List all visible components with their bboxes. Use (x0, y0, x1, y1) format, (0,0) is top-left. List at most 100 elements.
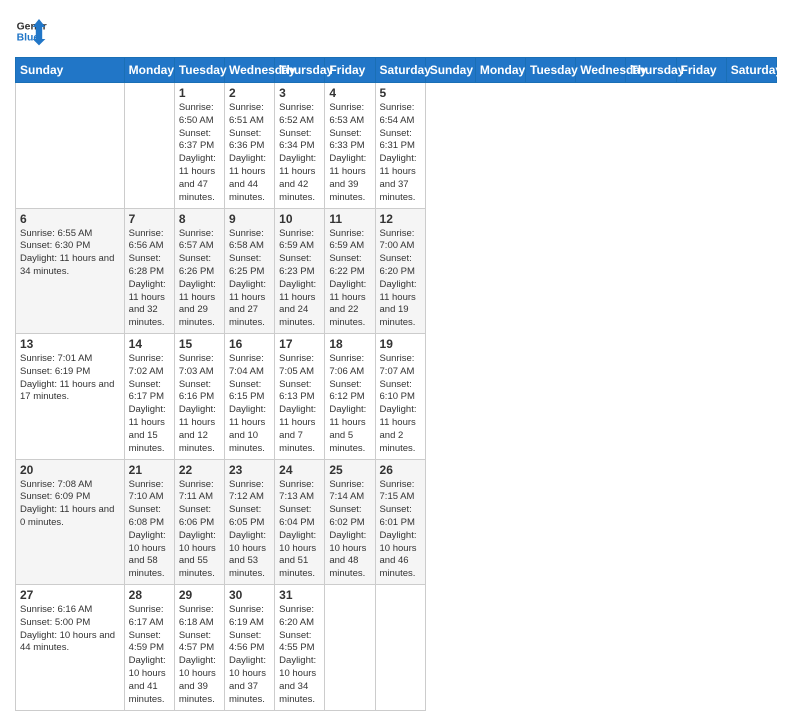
day-cell (375, 585, 425, 711)
col-header-wednesday: Wednesday (576, 58, 626, 83)
day-number: 18 (329, 337, 370, 351)
day-number: 8 (179, 212, 220, 226)
day-cell: 31 Sunrise: 6:20 AM Sunset: 4:55 PM Dayli… (275, 585, 325, 711)
day-number: 12 (380, 212, 421, 226)
day-number: 6 (20, 212, 120, 226)
day-number: 2 (229, 86, 270, 100)
day-cell: 23 Sunrise: 7:12 AM Sunset: 6:05 PM Dayli… (225, 459, 275, 585)
day-number: 11 (329, 212, 370, 226)
day-cell: 15 Sunrise: 7:03 AM Sunset: 6:16 PM Dayli… (174, 334, 224, 460)
day-cell (124, 83, 174, 209)
day-number: 24 (279, 463, 320, 477)
day-cell: 14 Sunrise: 7:02 AM Sunset: 6:17 PM Dayli… (124, 334, 174, 460)
day-info: Sunrise: 6:50 AM Sunset: 6:37 PM Dayligh… (179, 102, 220, 205)
day-cell: 28 Sunrise: 6:17 AM Sunset: 4:59 PM Dayli… (124, 585, 174, 711)
col-header-monday: Monday (475, 58, 525, 83)
day-number: 26 (380, 463, 421, 477)
col-header-friday: Friday (325, 58, 375, 83)
col-header-thursday: Thursday (626, 58, 676, 83)
day-number: 17 (279, 337, 320, 351)
day-info: Sunrise: 6:20 AM Sunset: 4:55 PM Dayligh… (279, 604, 320, 707)
day-cell: 2Sunrise: 6:51 AM Sunset: 6:36 PM Daylig… (225, 83, 275, 209)
day-info: Sunrise: 7:10 AM Sunset: 6:08 PM Dayligh… (129, 479, 170, 582)
day-cell: 26 Sunrise: 7:15 AM Sunset: 6:01 PM Dayli… (375, 459, 425, 585)
col-header-tuesday: Tuesday (174, 58, 224, 83)
page-header: General Blue (15, 15, 777, 47)
day-number: 14 (129, 337, 170, 351)
day-cell: 1 Sunrise: 6:50 AM Sunset: 6:37 PM Daylig… (174, 83, 224, 209)
day-cell: 27Sunrise: 6:16 AM Sunset: 5:00 PM Dayli… (16, 585, 125, 711)
day-info: Sunrise: 6:17 AM Sunset: 4:59 PM Dayligh… (129, 604, 170, 707)
day-number: 19 (380, 337, 421, 351)
logo-icon: General Blue (15, 15, 47, 47)
day-number: 22 (179, 463, 220, 477)
day-cell (16, 83, 125, 209)
day-number: 5 (380, 86, 421, 100)
day-info: Sunrise: 7:11 AM Sunset: 6:06 PM Dayligh… (179, 479, 220, 582)
day-info: Sunrise: 6:55 AM Sunset: 6:30 PM Dayligh… (20, 228, 120, 279)
day-info: Sunrise: 7:05 AM Sunset: 6:13 PM Dayligh… (279, 353, 320, 456)
day-info: Sunrise: 7:06 AM Sunset: 6:12 PM Dayligh… (329, 353, 370, 456)
week-row-4: 20 Sunrise: 7:08 AM Sunset: 6:09 PM Dayli… (16, 459, 777, 585)
col-header-tuesday: Tuesday (526, 58, 576, 83)
day-cell: 4Sunrise: 6:53 AM Sunset: 6:33 PM Daylig… (325, 83, 375, 209)
day-cell (325, 585, 375, 711)
col-header-monday: Monday (124, 58, 174, 83)
day-number: 9 (229, 212, 270, 226)
week-row-2: 6 Sunrise: 6:55 AM Sunset: 6:30 PM Daylig… (16, 208, 777, 334)
day-info: Sunrise: 6:57 AM Sunset: 6:26 PM Dayligh… (179, 228, 220, 331)
col-header-friday: Friday (676, 58, 726, 83)
day-cell: 19 Sunrise: 7:07 AM Sunset: 6:10 PM Dayli… (375, 334, 425, 460)
day-info: Sunrise: 7:12 AM Sunset: 6:05 PM Dayligh… (229, 479, 270, 582)
day-number: 30 (229, 588, 270, 602)
col-header-saturday: Saturday (726, 58, 776, 83)
day-number: 20 (20, 463, 120, 477)
day-cell: 20 Sunrise: 7:08 AM Sunset: 6:09 PM Dayli… (16, 459, 125, 585)
day-cell: 5Sunrise: 6:54 AM Sunset: 6:31 PM Daylig… (375, 83, 425, 209)
week-row-3: 13Sunrise: 7:01 AM Sunset: 6:19 PM Dayli… (16, 334, 777, 460)
day-number: 27 (20, 588, 120, 602)
day-info: Sunrise: 7:15 AM Sunset: 6:01 PM Dayligh… (380, 479, 421, 582)
day-cell: 21Sunrise: 7:10 AM Sunset: 6:08 PM Dayli… (124, 459, 174, 585)
day-number: 15 (179, 337, 220, 351)
day-number: 29 (179, 588, 220, 602)
day-cell: 11Sunrise: 6:59 AM Sunset: 6:22 PM Dayli… (325, 208, 375, 334)
day-cell: 18 Sunrise: 7:06 AM Sunset: 6:12 PM Dayli… (325, 334, 375, 460)
day-cell: 12 Sunrise: 7:00 AM Sunset: 6:20 PM Dayli… (375, 208, 425, 334)
day-info: Sunrise: 7:03 AM Sunset: 6:16 PM Dayligh… (179, 353, 220, 456)
day-info: Sunrise: 7:07 AM Sunset: 6:10 PM Dayligh… (380, 353, 421, 456)
day-cell: 10 Sunrise: 6:59 AM Sunset: 6:23 PM Dayli… (275, 208, 325, 334)
week-row-1: 1 Sunrise: 6:50 AM Sunset: 6:37 PM Daylig… (16, 83, 777, 209)
day-cell: 24 Sunrise: 7:13 AM Sunset: 6:04 PM Dayli… (275, 459, 325, 585)
day-number: 10 (279, 212, 320, 226)
day-cell: 17 Sunrise: 7:05 AM Sunset: 6:13 PM Dayli… (275, 334, 325, 460)
day-info: Sunrise: 6:59 AM Sunset: 6:23 PM Dayligh… (279, 228, 320, 331)
day-info: Sunrise: 7:13 AM Sunset: 6:04 PM Dayligh… (279, 479, 320, 582)
day-cell: 25 Sunrise: 7:14 AM Sunset: 6:02 PM Dayli… (325, 459, 375, 585)
logo: General Blue (15, 15, 47, 47)
day-info: Sunrise: 7:08 AM Sunset: 6:09 PM Dayligh… (20, 479, 120, 530)
day-cell: 3Sunrise: 6:52 AM Sunset: 6:34 PM Daylig… (275, 83, 325, 209)
day-cell: 30Sunrise: 6:19 AM Sunset: 4:56 PM Dayli… (225, 585, 275, 711)
week-row-5: 27Sunrise: 6:16 AM Sunset: 5:00 PM Dayli… (16, 585, 777, 711)
day-number: 31 (279, 588, 320, 602)
day-cell: 29 Sunrise: 6:18 AM Sunset: 4:57 PM Dayli… (174, 585, 224, 711)
col-header-saturday: Saturday (375, 58, 425, 83)
day-info: Sunrise: 7:02 AM Sunset: 6:17 PM Dayligh… (129, 353, 170, 456)
day-number: 28 (129, 588, 170, 602)
day-number: 25 (329, 463, 370, 477)
day-cell: 8 Sunrise: 6:57 AM Sunset: 6:26 PM Daylig… (174, 208, 224, 334)
day-info: Sunrise: 7:14 AM Sunset: 6:02 PM Dayligh… (329, 479, 370, 582)
day-number: 23 (229, 463, 270, 477)
day-info: Sunrise: 6:18 AM Sunset: 4:57 PM Dayligh… (179, 604, 220, 707)
day-info: Sunrise: 6:53 AM Sunset: 6:33 PM Dayligh… (329, 102, 370, 205)
day-cell: 6 Sunrise: 6:55 AM Sunset: 6:30 PM Daylig… (16, 208, 125, 334)
header-row: SundayMondayTuesdayWednesdayThursdayFrid… (16, 58, 777, 83)
day-cell: 13Sunrise: 7:01 AM Sunset: 6:19 PM Dayli… (16, 334, 125, 460)
day-info: Sunrise: 7:00 AM Sunset: 6:20 PM Dayligh… (380, 228, 421, 331)
day-number: 1 (179, 86, 220, 100)
col-header-sunday: Sunday (16, 58, 125, 83)
day-info: Sunrise: 7:01 AM Sunset: 6:19 PM Dayligh… (20, 353, 120, 404)
day-number: 7 (129, 212, 170, 226)
day-cell: 9Sunrise: 6:58 AM Sunset: 6:25 PM Daylig… (225, 208, 275, 334)
